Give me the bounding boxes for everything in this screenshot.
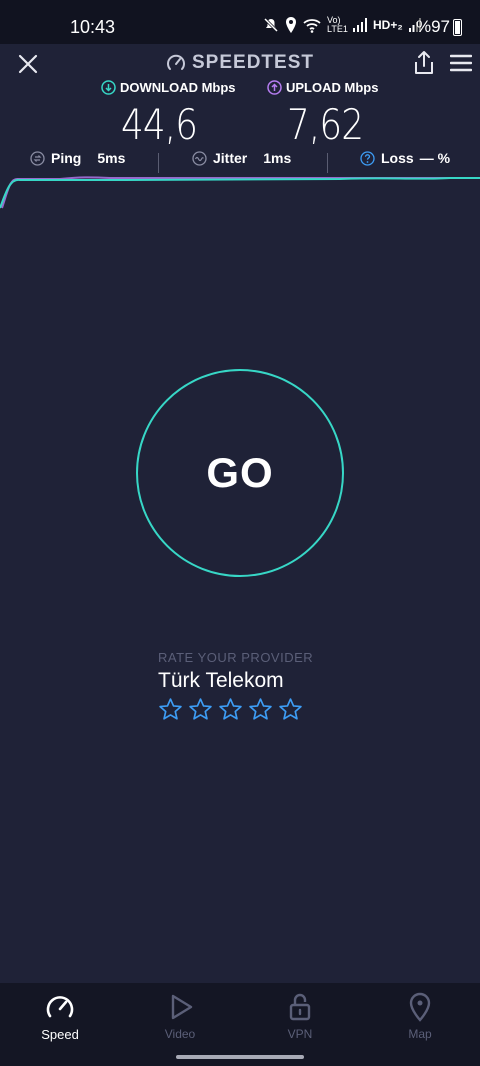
- upload-graph-line: [1, 176, 480, 209]
- signal-icon: [353, 18, 367, 32]
- unlock-icon: [289, 993, 311, 1021]
- star-icon[interactable]: [188, 697, 213, 722]
- download-label-text: DOWNLOAD Mbps: [120, 80, 236, 95]
- help-icon: [360, 150, 375, 166]
- go-button[interactable]: GO: [136, 369, 344, 577]
- rate-caption: RATE YOUR PROVIDER: [158, 650, 314, 665]
- speed-values: 44,6 7,62: [0, 100, 480, 150]
- bottom-nav: Speed Video VPN Map: [0, 983, 480, 1066]
- status-bar: 10:43 Vo) LTE1 HD+₂ %97: [0, 0, 480, 44]
- upload-label: UPLOAD Mbps: [267, 80, 378, 95]
- nav-label: Speed: [41, 1027, 79, 1042]
- network-type-label: Vo) LTE1: [327, 15, 348, 34]
- upload-icon: [267, 80, 282, 95]
- upload-label-text: UPLOAD Mbps: [286, 80, 379, 95]
- nav-label: VPN: [287, 1027, 313, 1041]
- go-button-label: GO: [206, 449, 274, 496]
- nav-vpn[interactable]: VPN: [260, 991, 340, 1041]
- download-label: DOWNLOAD Mbps: [101, 80, 236, 95]
- speed-labels: DOWNLOAD Mbps UPLOAD Mbps: [0, 80, 480, 100]
- speedometer-icon: [46, 996, 74, 1018]
- rate-provider-section: RATE YOUR PROVIDER Türk Telekom: [158, 650, 313, 722]
- nav-label: Video: [164, 1027, 196, 1041]
- home-indicator[interactable]: [176, 1055, 304, 1059]
- status-icons: Vo) LTE1 HD+₂: [263, 16, 421, 34]
- download-icon: [101, 80, 116, 95]
- nav-video[interactable]: Video: [140, 991, 220, 1041]
- loss-metric[interactable]: Loss — %: [360, 150, 450, 166]
- share-icon[interactable]: [412, 50, 436, 76]
- speedtest-logo-icon: [167, 54, 185, 70]
- wifi-icon: [303, 19, 321, 33]
- status-time: 10:43: [70, 17, 116, 37]
- close-icon[interactable]: [16, 52, 40, 76]
- nav-map[interactable]: Map: [380, 991, 460, 1041]
- speed-graph: [0, 176, 480, 209]
- star-icon[interactable]: [218, 697, 243, 722]
- jitter-icon: [192, 150, 207, 166]
- download-graph-line: [0, 177, 480, 209]
- app-header: SPEEDTEST: [0, 44, 480, 84]
- map-pin-icon: [409, 992, 431, 1022]
- loss-value: — %: [419, 150, 451, 166]
- ping-icon: [30, 150, 45, 166]
- star-icon[interactable]: [278, 697, 303, 722]
- ping-value: 5ms: [97, 150, 126, 166]
- battery-percent: %97: [415, 17, 450, 36]
- mute-icon: [263, 17, 279, 33]
- jitter-metric: Jitter 1ms: [192, 150, 291, 166]
- nav-speed[interactable]: Speed: [20, 991, 100, 1042]
- loss-label: Loss: [381, 150, 414, 166]
- download-value: 44,6: [121, 100, 198, 149]
- play-icon: [171, 994, 193, 1020]
- location-icon: [286, 17, 296, 33]
- battery-status: %97: [416, 17, 462, 37]
- app-title-text: SPEEDTEST: [192, 52, 314, 73]
- nav-label: Map: [408, 1027, 432, 1041]
- menu-icon[interactable]: [450, 54, 472, 72]
- provider-name: Türk Telekom: [158, 669, 284, 692]
- rating-stars: [158, 697, 313, 722]
- jitter-label: Jitter: [213, 150, 248, 166]
- ping-metric: Ping 5ms: [30, 150, 125, 166]
- battery-icon: [453, 18, 462, 36]
- ping-label: Ping: [51, 150, 82, 166]
- jitter-value: 1ms: [263, 150, 292, 166]
- upload-value: 7,62: [287, 100, 364, 149]
- app-title: SPEEDTEST: [166, 52, 314, 74]
- star-icon[interactable]: [158, 697, 183, 722]
- hd-label: HD+₂: [373, 18, 403, 32]
- star-icon[interactable]: [248, 697, 273, 722]
